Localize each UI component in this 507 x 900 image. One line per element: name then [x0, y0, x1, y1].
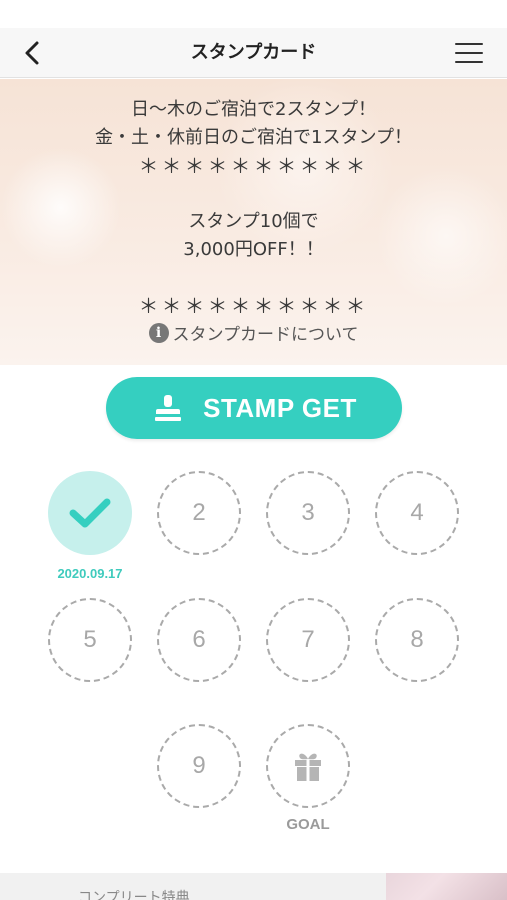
- stamp-get-label: STAMP GET: [203, 392, 357, 423]
- banner-line-1: 日～木のご宿泊で2スタンプ！: [131, 99, 376, 120]
- banner-spacer: [0, 264, 507, 292]
- gift-icon: [295, 753, 321, 781]
- stamp-slot-goal: [266, 724, 350, 808]
- navigation-bar: スタンプカード: [0, 28, 507, 78]
- complete-reward-label: コンプリート特典: [78, 890, 190, 900]
- about-stamp-card-label: スタンプカードについて: [172, 325, 359, 345]
- complete-reward-section: コンプリート特典: [0, 873, 507, 900]
- banner-line-2: 金・土・休前日のご宿泊で1スタンプ！: [95, 127, 412, 148]
- hamburger-icon-line: [455, 61, 483, 63]
- goal-label: GOAL: [286, 816, 330, 833]
- stamp-slot-9: 9: [157, 724, 241, 808]
- info-icon: i: [148, 322, 169, 343]
- stamp-get-button[interactable]: STAMP GET: [106, 377, 402, 439]
- menu-button[interactable]: [455, 41, 485, 65]
- stamp-slot-4: 4: [375, 471, 459, 555]
- banner-line-4: 3,000円OFF！！: [183, 239, 324, 260]
- stamp-slot-6: 6: [157, 598, 241, 682]
- stamp-slot-3: 3: [266, 471, 350, 555]
- banner-spacer: [0, 180, 507, 208]
- stamp-slot-7: 7: [266, 598, 350, 682]
- stamp-slot-2: 2: [157, 471, 241, 555]
- status-bar: [0, 0, 507, 28]
- hamburger-icon-line: [455, 43, 483, 45]
- hamburger-icon-line: [455, 52, 483, 54]
- stamp-slot-8: 8: [375, 598, 459, 682]
- stamp-date: 2020.09.17: [57, 566, 123, 581]
- banner-line-3: スタンプ10個で: [188, 211, 319, 232]
- checkmark-icon: [69, 498, 111, 528]
- stamp-slot-5: 5: [48, 598, 132, 682]
- banner-stars-2: ＊＊＊＊＊＊＊＊＊＊: [138, 294, 369, 318]
- banner-stars-1: ＊＊＊＊＊＊＊＊＊＊: [138, 154, 369, 178]
- reward-thumbnail: [386, 873, 507, 900]
- stamp-slot-1: [48, 471, 132, 555]
- page-title: スタンプカード: [190, 42, 317, 63]
- campaign-banner: 日～木のご宿泊で2スタンプ！ 金・土・休前日のご宿泊で1スタンプ！ ＊＊＊＊＊＊…: [0, 79, 507, 365]
- about-stamp-card-link[interactable]: i スタンプカードについて: [148, 320, 359, 345]
- stamp-icon: [155, 395, 182, 421]
